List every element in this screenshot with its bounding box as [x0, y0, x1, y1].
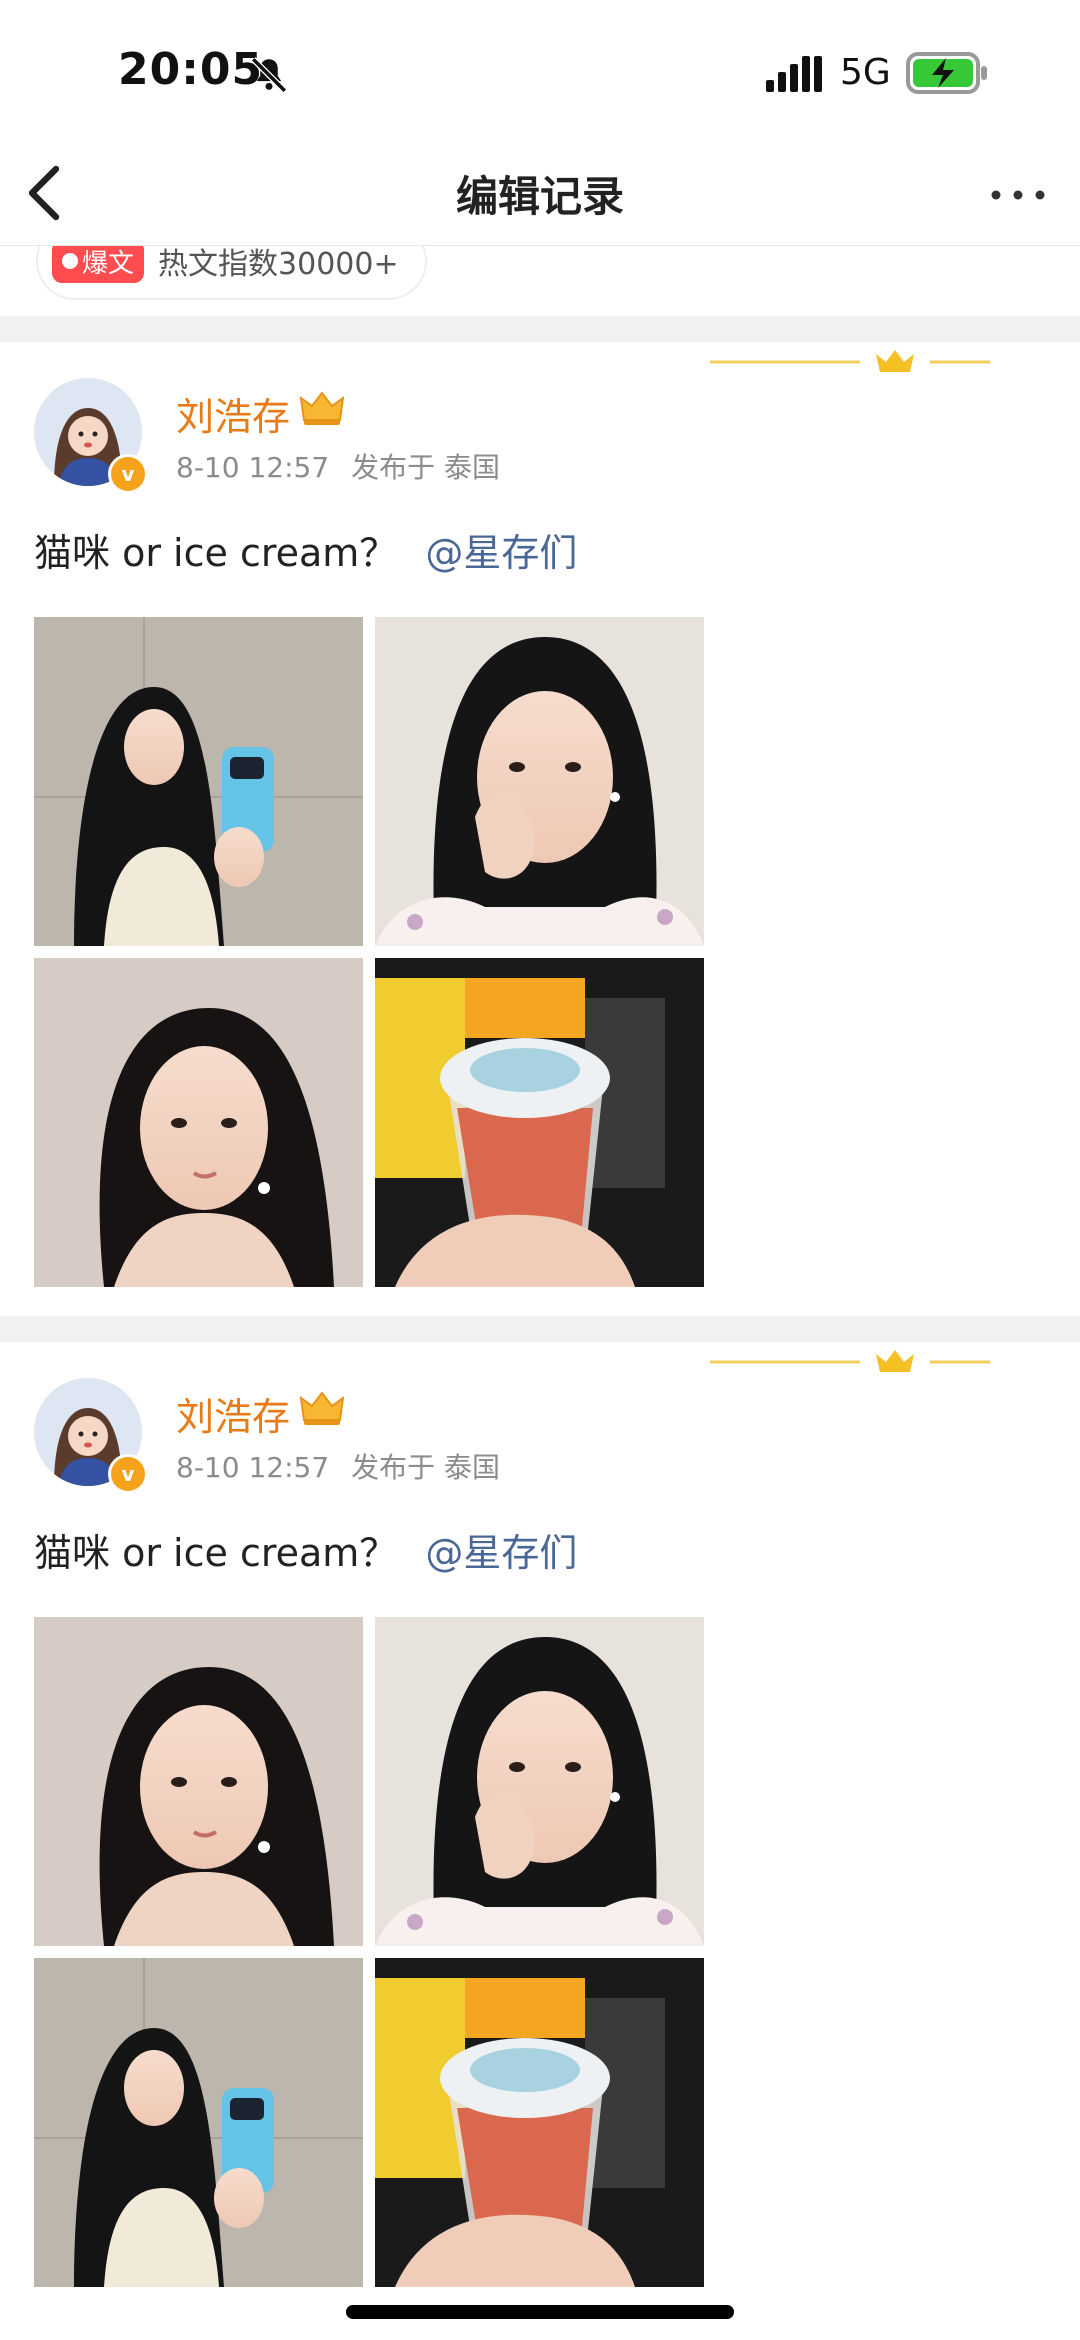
mention-link[interactable]: @星存们 [425, 1531, 577, 1575]
hot-index-text: 热文指数30000+ [158, 247, 399, 282]
signal-icon [766, 56, 822, 92]
page-title: 编辑记录 [455, 172, 624, 221]
post-location: 发布于 泰国 [351, 1451, 501, 1484]
crown-decoration-icon [710, 350, 990, 372]
section-divider [0, 1316, 1080, 1342]
hot-dot-icon [62, 253, 78, 269]
hand-on-cheek-photo[interactable] [375, 617, 704, 946]
post-body: 猫咪 or ice cream？ [34, 1531, 398, 1575]
author-name[interactable]: 刘浩存 [176, 386, 290, 441]
mention-link[interactable]: @星存们 [425, 531, 577, 575]
battery-charging-icon [906, 52, 987, 94]
network-type: 5G [840, 52, 891, 93]
portrait-photo[interactable] [34, 958, 363, 1287]
image-grid [34, 617, 704, 1287]
hot-tag: 爆文 [52, 246, 145, 283]
hot-tag-label: 爆文 [82, 248, 135, 279]
crown-decoration-icon [710, 1350, 990, 1372]
ice-cream-photo[interactable] [375, 958, 704, 1287]
section-divider [0, 316, 1080, 342]
status-time: 20:05 [118, 44, 264, 95]
post-text: 猫咪 or ice cream？ @星存们 [34, 1522, 577, 1577]
vip-crown-icon [299, 1391, 345, 1425]
nav-bar: 编辑记录 [0, 145, 1080, 246]
post-meta: 8-10 12:57 发布于 泰国 [176, 446, 522, 486]
post-text: 猫咪 or ice cream？ @星存们 [34, 522, 577, 577]
author-name[interactable]: 刘浩存 [176, 1386, 290, 1441]
ice-cream-photo[interactable] [375, 1958, 704, 2287]
vip-crown-icon [299, 391, 345, 425]
mute-bell-icon [251, 57, 287, 93]
mirror-selfie-photo[interactable] [34, 617, 363, 946]
post-location: 发布于 泰国 [351, 451, 501, 484]
mirror-selfie-photo[interactable] [34, 1958, 363, 2287]
hot-article-pill[interactable]: 爆文 热文指数30000+ [36, 246, 427, 300]
more-options-icon[interactable] [988, 185, 1048, 205]
verified-v-icon: v [108, 1454, 148, 1494]
portrait-photo[interactable] [34, 1617, 363, 1946]
previous-post-footer: 爆文 热文指数30000+ [0, 246, 1080, 316]
post-time: 8-10 12:57 [176, 451, 330, 484]
verified-v-icon: v [108, 454, 148, 494]
hand-on-cheek-photo[interactable] [375, 1617, 704, 1946]
post-card-2: v 刘浩存 8-10 12:57 发布于 泰国 猫咪 or ice cream？ @… [0, 1342, 1080, 2332]
image-grid [34, 1617, 704, 2287]
post-meta: 8-10 12:57 发布于 泰国 [176, 1446, 522, 1486]
status-bar: 20:05 5G [0, 0, 1080, 145]
post-body: 猫咪 or ice cream？ [34, 531, 398, 575]
post-time: 8-10 12:57 [176, 1451, 330, 1484]
post-card-1: v 刘浩存 8-10 12:57 发布于 泰国 猫咪 or ice cream？ @… [0, 342, 1080, 1332]
home-indicator[interactable] [346, 2305, 734, 2319]
